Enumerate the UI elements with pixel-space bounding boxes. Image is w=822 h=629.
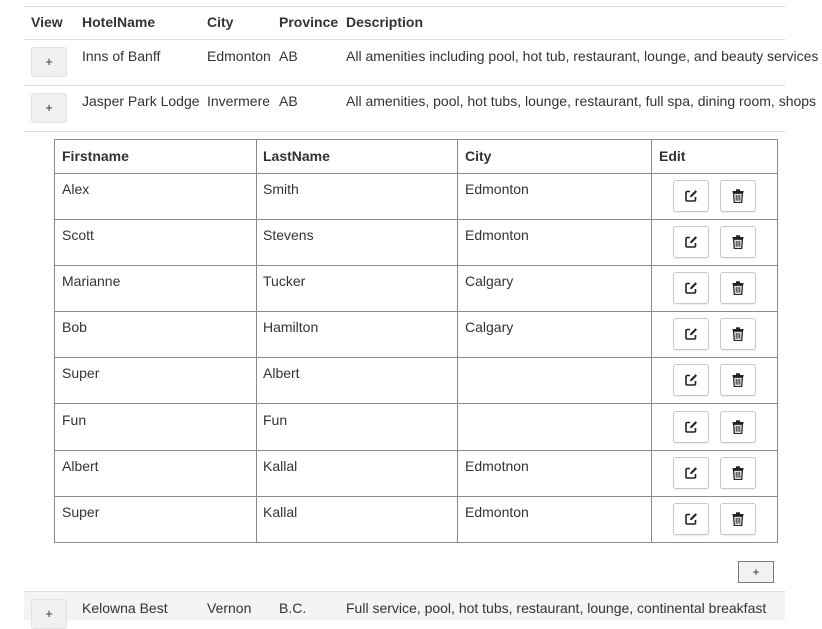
edit-button[interactable] xyxy=(673,503,709,535)
hotel-description: Full service, pool, hot tubs, restaurant… xyxy=(346,600,767,616)
edit-button[interactable] xyxy=(673,457,709,489)
guest-lastname: Smith xyxy=(263,181,299,197)
edit-icon xyxy=(685,236,697,248)
hotel-province: B.C. xyxy=(279,600,307,616)
col-header-city: City xyxy=(207,14,234,30)
edit-icon xyxy=(685,374,697,386)
hotel-name: Inns of Banff xyxy=(82,48,161,64)
guest-firstname: Alex xyxy=(62,181,90,197)
guest-city: Edmonton xyxy=(465,227,529,243)
guest-lastname: Tucker xyxy=(263,273,306,289)
hotel-city: Edmonton xyxy=(207,48,271,64)
guest-table: Firstname LastName City Edit Alex Smith … xyxy=(54,139,778,543)
delete-button[interactable] xyxy=(720,318,756,350)
trash-icon xyxy=(732,466,744,480)
edit-icon xyxy=(685,328,697,340)
trash-icon xyxy=(732,189,744,203)
delete-button[interactable] xyxy=(720,503,756,535)
expand-row-button[interactable]: + xyxy=(31,93,67,123)
guest-lastname: Albert xyxy=(263,365,300,381)
hotel-city: Invermere xyxy=(207,93,271,109)
col-header-hotelname: HotelName xyxy=(82,14,156,30)
hotel-description: All amenities including pool, hot tub, r… xyxy=(346,48,819,64)
trash-icon xyxy=(732,327,744,341)
edit-icon xyxy=(685,190,697,202)
edit-button[interactable] xyxy=(673,411,709,443)
edit-icon xyxy=(685,467,697,479)
guest-firstname: Marianne xyxy=(62,273,121,289)
guest-city: Edmonton xyxy=(465,181,529,197)
hotel-province: AB xyxy=(279,93,298,109)
hotel-province: AB xyxy=(279,48,298,64)
guest-city: Calgary xyxy=(465,273,514,289)
trash-icon xyxy=(732,281,744,295)
col-header-province: Province xyxy=(279,14,339,30)
trash-icon xyxy=(732,420,744,434)
hotel-description: All amenities, pool, hot tubs, lounge, r… xyxy=(346,93,817,109)
col-header-view: View xyxy=(31,14,63,30)
edit-button[interactable] xyxy=(673,364,709,396)
edit-icon xyxy=(685,513,697,525)
hotel-name: Jasper Park Lodge xyxy=(82,93,200,109)
edit-icon xyxy=(685,282,697,294)
guest-lastname: Kallal xyxy=(263,458,298,474)
guest-lastname: Fun xyxy=(263,412,288,428)
edit-icon xyxy=(685,421,697,433)
guest-col-header-edit: Edit xyxy=(659,148,686,164)
trash-icon xyxy=(732,373,744,387)
delete-button[interactable] xyxy=(720,272,756,304)
guest-lastname: Hamilton xyxy=(263,319,319,335)
expand-row-button[interactable]: + xyxy=(31,599,67,629)
delete-button[interactable] xyxy=(720,457,756,489)
guest-firstname: Fun xyxy=(62,412,87,428)
guest-firstname: Bob xyxy=(62,319,87,335)
guest-col-header-lastname: LastName xyxy=(263,148,330,164)
guest-city: Edmotnon xyxy=(465,458,529,474)
guest-city: Calgary xyxy=(465,319,514,335)
guest-firstname: Super xyxy=(62,504,100,520)
edit-button[interactable] xyxy=(673,318,709,350)
hotel-city: Vernon xyxy=(207,600,252,616)
guest-firstname: Super xyxy=(62,365,100,381)
guest-lastname: Stevens xyxy=(263,227,314,243)
guest-col-header-city: City xyxy=(465,148,492,164)
trash-icon xyxy=(732,235,744,249)
edit-button[interactable] xyxy=(673,180,709,212)
edit-button[interactable] xyxy=(673,226,709,258)
trash-icon xyxy=(732,512,744,526)
hotel-name: Kelowna Best xyxy=(82,600,168,616)
add-guest-button[interactable]: + xyxy=(738,561,774,583)
col-header-description: Description xyxy=(346,14,424,30)
edit-button[interactable] xyxy=(673,272,709,304)
delete-button[interactable] xyxy=(720,364,756,396)
guest-firstname: Scott xyxy=(62,227,94,243)
delete-button[interactable] xyxy=(720,226,756,258)
expand-row-button[interactable]: + xyxy=(31,47,67,77)
delete-button[interactable] xyxy=(720,411,756,443)
guest-firstname: Albert xyxy=(62,458,99,474)
guest-city: Edmonton xyxy=(465,504,529,520)
guest-lastname: Kallal xyxy=(263,504,298,520)
guest-col-header-firstname: Firstname xyxy=(62,148,129,164)
delete-button[interactable] xyxy=(720,180,756,212)
